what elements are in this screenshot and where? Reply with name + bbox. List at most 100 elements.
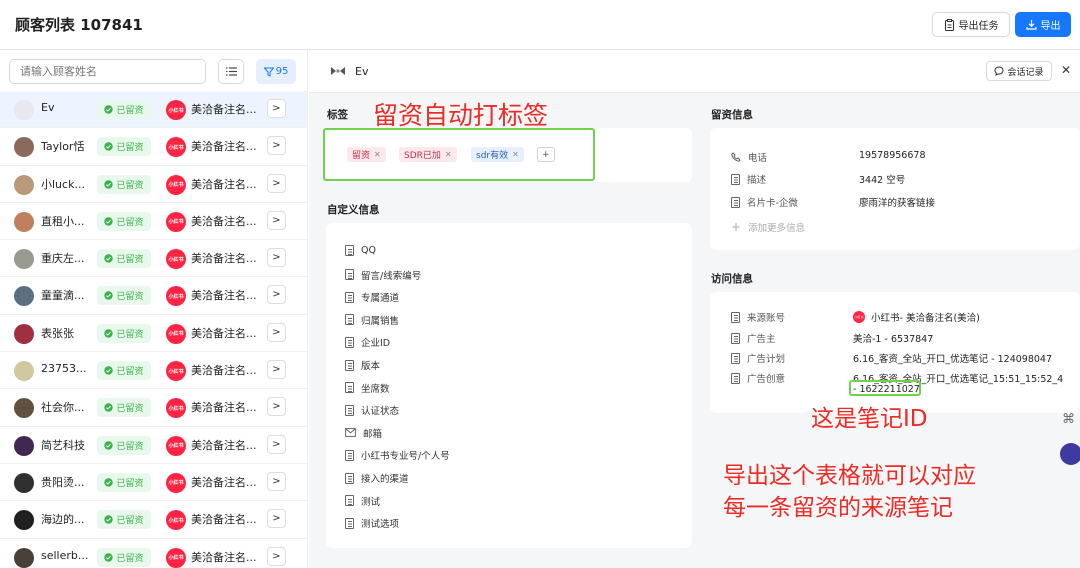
customer-list-pane: 95 Ev已留资小红书美洽备注名...>Taylor恬已留资小红书美洽备注名..…	[0, 50, 308, 568]
status-label: 已留资	[116, 478, 144, 489]
customer-row[interactable]: 23753... 已留资 小红书 美洽备注名... >	[0, 352, 307, 390]
source-name: 美洽备注名...	[191, 177, 257, 191]
status-label: 已留资	[116, 441, 144, 452]
chevron-right-icon[interactable]: >	[267, 99, 286, 118]
customer-logo-icon	[331, 67, 345, 75]
desc-label: 描述	[747, 175, 767, 186]
customer-name: 重庆左...	[41, 252, 85, 266]
doc-icon	[731, 311, 740, 323]
customer-row[interactable]: 社会你... 已留资 小红书 美洽备注名... >	[0, 389, 307, 427]
chevron-right-icon[interactable]: >	[267, 471, 286, 491]
close-icon[interactable]: ✕	[1061, 63, 1071, 77]
check-circle-icon	[104, 515, 114, 524]
customer-row[interactable]: Ev 已留资 小红书 美洽备注名... >	[0, 91, 307, 129]
apps-icon[interactable]: ⌘	[1062, 412, 1075, 427]
doc-icon	[345, 472, 354, 484]
chevron-right-icon[interactable]: >	[267, 173, 286, 193]
doc-icon	[345, 449, 354, 461]
check-circle-icon	[104, 179, 114, 189]
avatar	[14, 100, 34, 120]
customer-row[interactable]: Taylor恬 已留资 小红书 美洽备注名... >	[0, 128, 307, 166]
status-label: 已留资	[116, 516, 144, 527]
plan-label: 广告计划	[747, 354, 786, 365]
avatar	[14, 361, 34, 382]
customer-rows: Ev 已留资 小红书 美洽备注名... > Taylor恬 已留资 小红书 美洽备注名... > 小…	[0, 91, 307, 568]
customer-name: 直租小...	[41, 214, 85, 228]
customer-row[interactable]: 直租小... 已留资 小红书 美洽备注名... >	[0, 203, 307, 241]
check-circle-icon	[104, 366, 114, 375]
customer-row[interactable]: 重庆左... 已留资 小红书 美洽备注名... >	[0, 240, 307, 278]
status-label: 已留资	[116, 404, 144, 415]
list-icon	[225, 67, 237, 76]
xiaohongshu-logo: 小红书	[166, 547, 186, 568]
filter-button[interactable]: 95	[256, 59, 296, 84]
chevron-right-icon[interactable]: >	[267, 248, 286, 268]
status-label: 已留资	[116, 367, 144, 378]
check-circle-icon	[104, 105, 114, 114]
account-value: 小红书- 美洽备注名(美洽)	[871, 313, 980, 324]
advertiser-value: 美洽-1 - 6537847	[853, 334, 934, 345]
xiaohongshu-logo: 小红书	[166, 286, 186, 307]
doc-icon	[731, 173, 740, 185]
avatar	[14, 137, 34, 158]
chat-history-button[interactable]: 会话记录	[986, 61, 1052, 81]
avatar	[14, 211, 34, 232]
export-tasks-button[interactable]: 导出任务	[932, 12, 1010, 37]
source-name: 美洽备注名...	[191, 140, 257, 154]
avatar	[14, 510, 34, 531]
add-more-info-button[interactable]: + 添加更多信息	[731, 220, 805, 234]
check-circle-icon	[104, 291, 114, 301]
custom-field-item: 测试	[345, 494, 380, 508]
customer-name: 社会你...	[41, 401, 85, 415]
custom-section-title: 自定义信息	[327, 204, 380, 216]
status-badge: 已留资	[97, 211, 151, 231]
avatar	[14, 398, 34, 419]
chevron-right-icon[interactable]: >	[267, 546, 286, 566]
chevron-right-icon[interactable]: >	[267, 434, 286, 454]
source-name: 美洽备注名...	[191, 364, 257, 378]
list-view-button[interactable]	[218, 59, 244, 84]
chevron-right-icon[interactable]: >	[267, 322, 286, 342]
custom-field-label: 邮箱	[363, 428, 383, 440]
custom-field-item: 企业ID	[345, 335, 390, 349]
customer-name: 童童滴...	[41, 289, 85, 303]
custom-field-item: 留言/线索编号	[345, 268, 421, 282]
chevron-right-icon[interactable]: >	[267, 136, 286, 156]
doc-icon	[345, 314, 354, 326]
customer-row[interactable]: 童童滴... 已留资 小红书 美洽备注名... >	[0, 277, 307, 315]
customer-name: Ev	[41, 101, 55, 114]
custom-field-item: 坐席数	[345, 381, 390, 395]
customer-row[interactable]: 简艺科技 已留资 小红书 美洽备注名... >	[0, 427, 307, 464]
xiaohongshu-logo: 小红书	[166, 323, 186, 344]
customer-search-input[interactable]	[9, 59, 206, 84]
status-badge: 已留资	[97, 100, 151, 119]
avatar	[14, 472, 34, 493]
lead-section-title: 留资信息	[711, 109, 753, 121]
check-circle-icon	[104, 254, 114, 263]
customer-row[interactable]: 贵阳烫... 已留资 小红书 美洽备注名... >	[0, 464, 307, 502]
check-circle-icon	[104, 217, 114, 226]
chevron-right-icon[interactable]: >	[267, 397, 286, 417]
xiaohongshu-logo: 小红书	[166, 100, 186, 120]
phone-value: 19578956678	[859, 150, 926, 161]
source-name: 美洽备注名...	[191, 214, 257, 228]
status-badge: 已留资	[97, 137, 151, 157]
customer-row[interactable]: 海边的... 已留资 小红书 美洽备注名... >	[0, 501, 307, 539]
assistant-icon[interactable]	[1060, 443, 1080, 465]
customer-name: 小luck...	[41, 177, 85, 191]
chevron-right-icon[interactable]: >	[267, 210, 286, 230]
status-badge: 已留资	[97, 398, 151, 418]
chevron-right-icon[interactable]: >	[267, 285, 286, 305]
chevron-right-icon[interactable]: >	[267, 360, 286, 380]
chevron-right-icon[interactable]: >	[267, 509, 286, 529]
customer-row[interactable]: 小luck... 已留资 小红书 美洽备注名... >	[0, 166, 307, 203]
source-name: 美洽备注名...	[191, 252, 257, 266]
custom-field-item: 专属通道	[345, 290, 399, 304]
export-button[interactable]: 导出	[1015, 12, 1071, 37]
status-label: 已留资	[116, 180, 144, 191]
advertiser-label: 广告主	[747, 334, 776, 345]
source-name: 美洽备注名...	[191, 438, 257, 452]
customer-row[interactable]: 表张张 已留资 小红书 美洽备注名... >	[0, 315, 307, 353]
custom-field-label: 小红书专业号/个人号	[361, 451, 450, 463]
customer-row[interactable]: sellerb... 已留资 小红书 美洽备注名... >	[0, 539, 307, 568]
